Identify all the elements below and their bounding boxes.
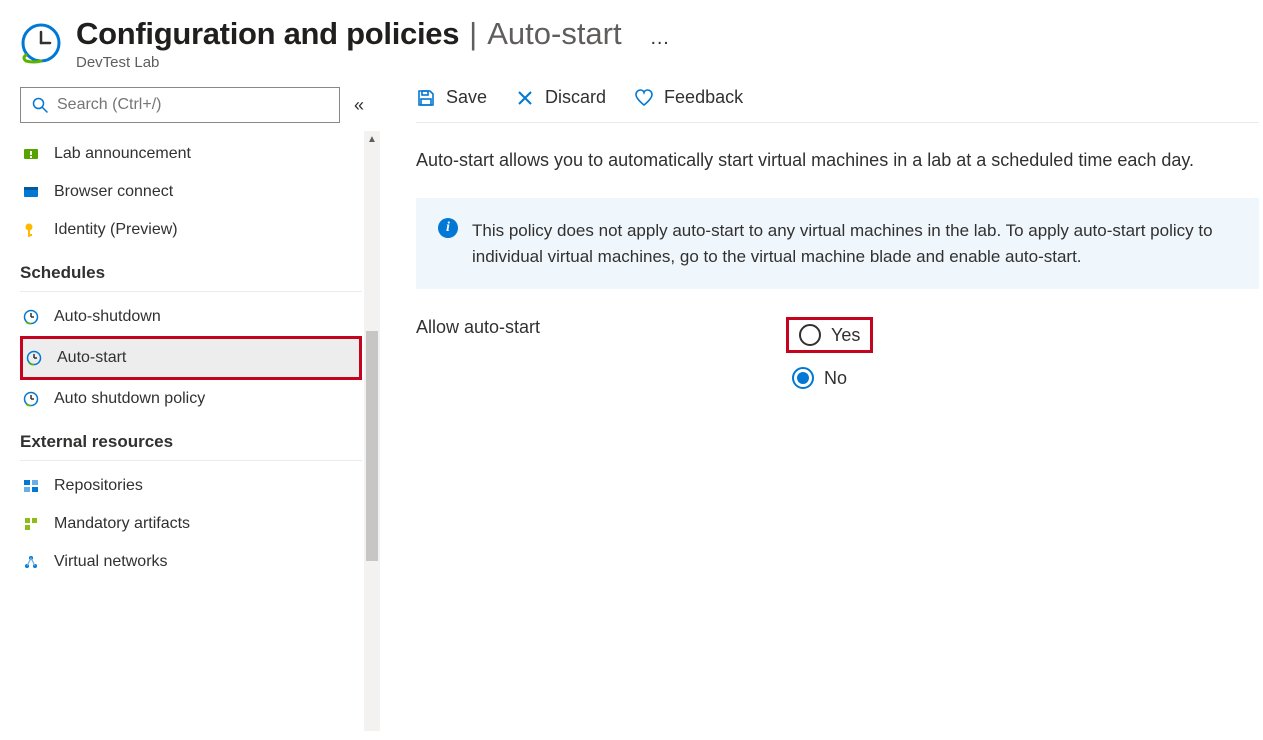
sidebar-item-label: Identity (Preview)	[54, 221, 178, 239]
more-button[interactable]: …	[650, 27, 672, 50]
radio-option-no[interactable]: No	[786, 365, 873, 391]
sidebar-item-label: Auto-shutdown	[54, 308, 161, 326]
sidebar-item-virtual-networks[interactable]: Virtual networks	[20, 543, 362, 581]
sidebar-group-external: External resources	[20, 418, 362, 461]
radio-icon	[799, 324, 821, 346]
command-bar: Save Discard Feedback	[416, 87, 1259, 123]
sidebar-item-repositories[interactable]: Repositories	[20, 467, 362, 505]
resource-type-label: DevTest Lab	[76, 54, 672, 71]
key-icon	[22, 221, 40, 239]
scroll-up-arrow-icon[interactable]: ▲	[364, 131, 380, 147]
sidebar-item-label: Auto-start	[57, 349, 126, 367]
search-input[interactable]	[57, 96, 329, 114]
sidebar-item-label: Repositories	[54, 477, 143, 495]
sidebar-item-auto-start[interactable]: Auto-start	[20, 336, 362, 380]
sidebar-item-label: Virtual networks	[54, 553, 168, 571]
save-button[interactable]: Save	[416, 87, 487, 108]
setting-label: Allow auto-start	[416, 317, 756, 338]
search-input-wrapper[interactable]	[20, 87, 340, 123]
clock-icon	[22, 308, 40, 326]
announcement-icon	[22, 145, 40, 163]
page-title: Configuration and policies	[76, 16, 459, 52]
sidebar-item-label: Browser connect	[54, 183, 173, 201]
sidebar-item-lab-announcement[interactable]: Lab announcement	[20, 135, 362, 173]
virtual-network-icon	[22, 553, 40, 571]
discard-button[interactable]: Discard	[515, 87, 606, 108]
sidebar-scrollbar[interactable]: ▲	[364, 131, 380, 731]
collapse-sidebar-button[interactable]: «	[350, 91, 368, 120]
clock-icon	[20, 22, 62, 64]
sidebar-item-browser-connect[interactable]: Browser connect	[20, 173, 362, 211]
radio-icon	[792, 367, 814, 389]
clock-icon	[22, 390, 40, 408]
allow-autostart-setting: Allow auto-start Yes No	[416, 317, 1259, 391]
allow-autostart-radio-group: Yes No	[786, 317, 873, 391]
heart-icon	[634, 88, 654, 108]
info-banner: i This policy does not apply auto-start …	[416, 198, 1259, 289]
clock-icon	[25, 349, 43, 367]
sidebar-item-label: Mandatory artifacts	[54, 515, 190, 533]
sidebar-group-schedules: Schedules	[20, 249, 362, 292]
save-icon	[416, 88, 436, 108]
sidebar-item-identity-preview[interactable]: Identity (Preview)	[20, 211, 362, 249]
sidebar-item-auto-shutdown[interactable]: Auto-shutdown	[20, 298, 362, 336]
description-text: Auto-start allows you to automatically s…	[416, 147, 1259, 174]
scrollbar-thumb[interactable]	[366, 331, 378, 561]
sidebar-item-auto-shutdown-policy[interactable]: Auto shutdown policy	[20, 380, 362, 418]
sidebar-item-label: Auto shutdown policy	[54, 390, 205, 408]
page-header: Configuration and policies | Auto-start …	[0, 0, 1263, 81]
sidebar-item-mandatory-artifacts[interactable]: Mandatory artifacts	[20, 505, 362, 543]
page-subtitle: Auto-start	[487, 16, 621, 52]
info-icon: i	[438, 218, 458, 238]
repositories-icon	[22, 477, 40, 495]
sidebar: « ▲ Lab announcement Bro	[0, 81, 380, 731]
search-icon	[31, 96, 49, 114]
discard-icon	[515, 88, 535, 108]
feedback-button[interactable]: Feedback	[634, 87, 743, 108]
browser-icon	[22, 183, 40, 201]
info-banner-text: This policy does not apply auto-start to…	[472, 218, 1237, 269]
main-content: Save Discard Feedback Auto-start allows …	[380, 81, 1263, 731]
artifacts-icon	[22, 515, 40, 533]
radio-option-yes[interactable]: Yes	[786, 317, 873, 353]
sidebar-item-label: Lab announcement	[54, 145, 191, 163]
